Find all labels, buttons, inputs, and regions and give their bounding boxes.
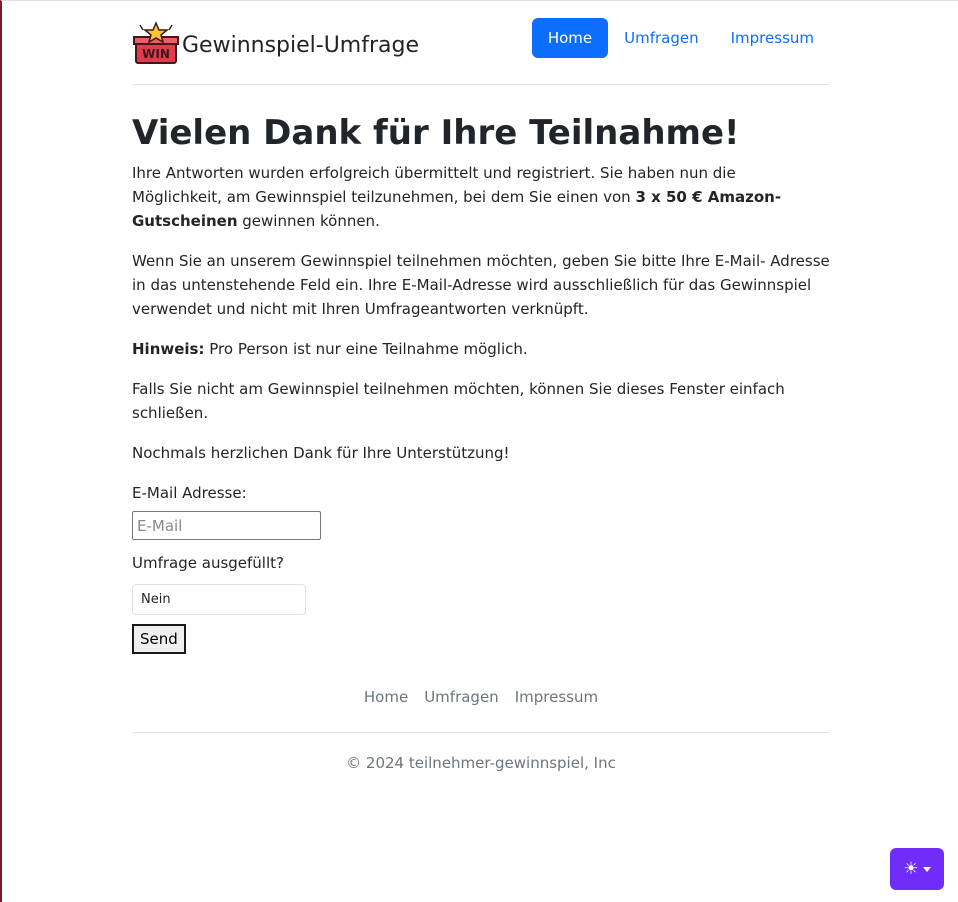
intro-paragraph: Ihre Antworten wurden erfolgreich übermi… [132,161,830,233]
footer-divider [132,732,830,733]
thanks-paragraph: Nochmals herzlichen Dank für Ihre Unters… [132,444,510,462]
footer-nav: Home Umfragen Impressum [132,685,830,709]
brand-title: Gewinnspiel-Umfrage [182,32,420,58]
site-header: WIN Gewinnspiel-Umfrage Home Umfragen Im… [132,1,830,85]
notice-text: Pro Person ist nur eine Teilnahme möglic… [204,340,528,358]
nav-home[interactable]: Home [531,18,609,58]
page-container: WIN Gewinnspiel-Umfrage Home Umfragen Im… [132,1,830,772]
close-info-paragraph: Falls Sie nicht am Gewinnspiel teilnehme… [132,380,785,422]
footer-link-umfragen[interactable]: Umfragen [424,685,499,709]
email-label: E-Mail Adresse: [132,484,247,502]
sun-icon: ☀ [903,858,919,879]
logo-text: WIN [142,47,170,61]
copyright: © 2024 teilnehmer-gewinnspiel, Inc [346,754,616,772]
site-footer: Home Umfragen Impressum © 2024 teilnehme… [132,685,830,775]
footer-link-impressum[interactable]: Impressum [515,685,598,709]
email-input[interactable] [132,511,321,540]
send-button[interactable]: Send [132,624,186,654]
notice-label: Hinweis: [132,340,205,358]
email-info-paragraph: Wenn Sie an unserem Gewinnspiel teilnehm… [132,252,830,318]
entry-form: E-Mail Adresse: Umfrage ausgefüllt? Nein… [132,481,830,654]
nav-impressum[interactable]: Impressum [715,18,830,58]
theme-toggle-button[interactable]: ☀ [890,848,944,890]
main-nav: Home Umfragen Impressum [531,18,830,58]
intro-text-end: gewinnen können. [237,212,380,230]
page-title: Vielen Dank für Ihre Teilnahme! [132,113,740,153]
notice-paragraph: Hinweis: Pro Person ist nur eine Teilnah… [132,337,830,361]
survey-select[interactable]: Nein [132,584,306,615]
nav-umfragen[interactable]: Umfragen [608,18,715,58]
caret-down-icon [922,866,931,872]
survey-label: Umfrage ausgefüllt? [132,554,284,572]
win-logo-icon: WIN [133,21,179,64]
main-content: Ihre Antworten wurden erfolgreich übermi… [132,161,830,654]
footer-link-home[interactable]: Home [364,685,408,709]
brand[interactable]: WIN Gewinnspiel-Umfrage [132,21,419,65]
